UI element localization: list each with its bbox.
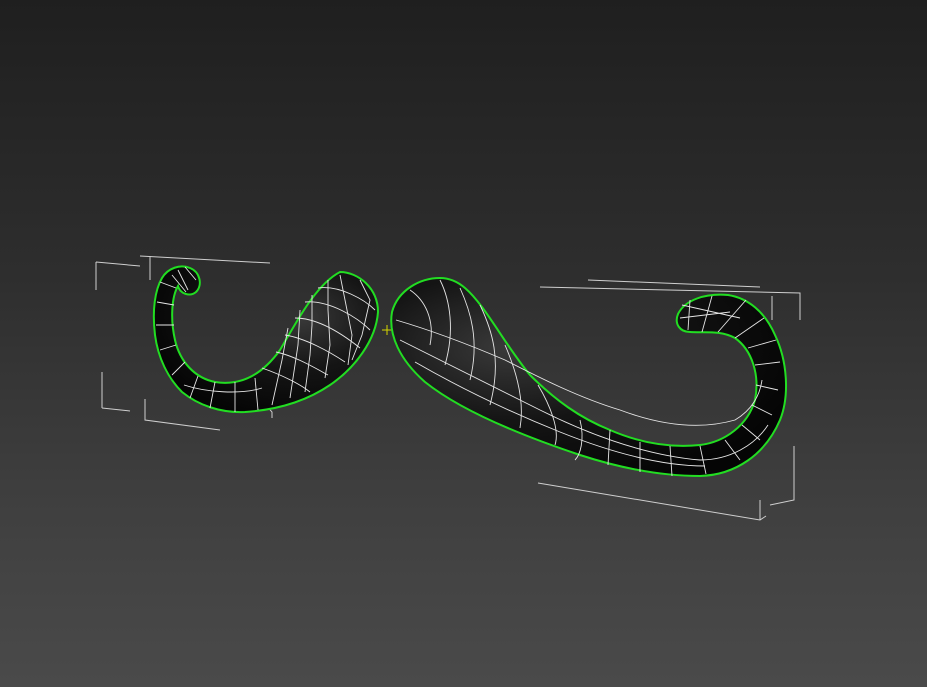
pivot-marker (382, 325, 392, 335)
3d-viewport[interactable] (0, 0, 927, 687)
mustache-left-half[interactable] (152, 265, 380, 414)
viewport-scene[interactable] (0, 0, 927, 687)
mustache-right-body[interactable] (390, 276, 788, 478)
mustache-right-half[interactable] (390, 276, 788, 478)
